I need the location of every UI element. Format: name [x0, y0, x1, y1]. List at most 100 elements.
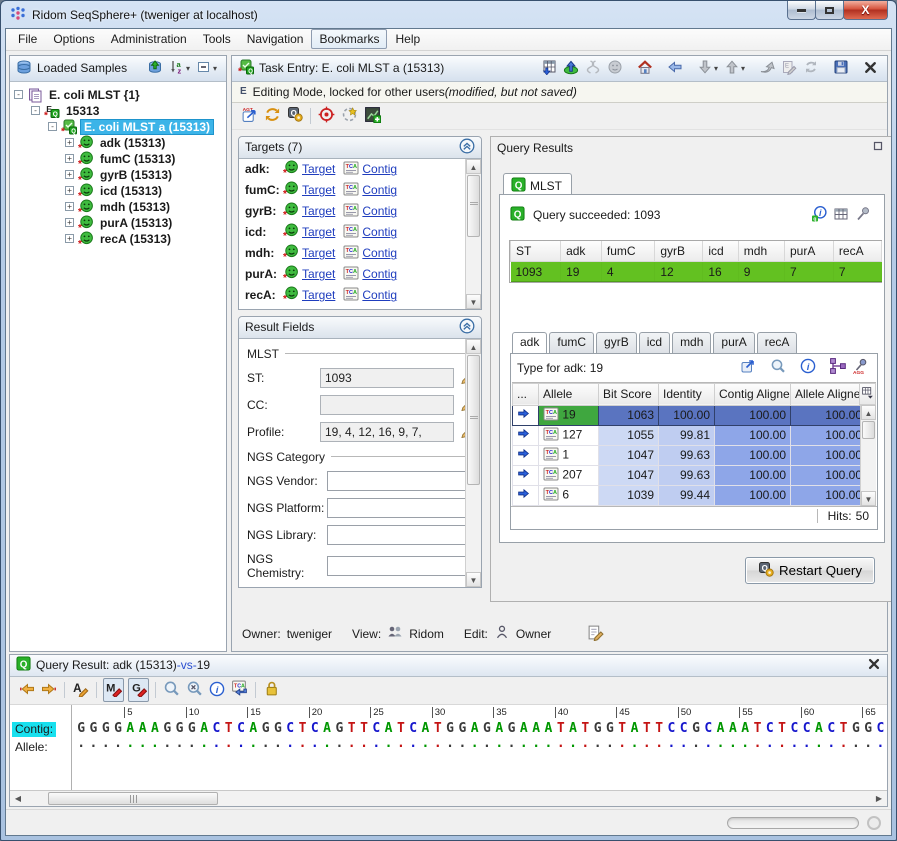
allele-col-identity[interactable]: Identity: [659, 383, 715, 405]
allele-result-row[interactable]: TCA 207104799.63100.00100.00: [513, 465, 867, 485]
float-panel-icon[interactable]: [871, 139, 885, 156]
tree-item-gyrb[interactable]: +*gyrB (15313): [14, 167, 226, 183]
scroll-thumb[interactable]: [467, 355, 480, 485]
scroll-down-icon[interactable]: ▼: [466, 294, 481, 309]
tree-toggle-icon[interactable]: +: [65, 218, 74, 227]
allele-col-allele[interactable]: Allele: [539, 383, 599, 405]
scroll-thumb[interactable]: [48, 792, 218, 805]
tree-item-pura[interactable]: +*purA (15313): [14, 215, 226, 231]
st-result-row[interactable]: 10931941216977: [511, 262, 882, 282]
scroll-down-icon[interactable]: ▼: [466, 572, 481, 587]
st-input[interactable]: [320, 368, 454, 388]
allele-result-row[interactable]: [513, 505, 867, 506]
sample-disabled-button[interactable]: [606, 58, 624, 79]
sort-az-button[interactable]: az▾: [168, 58, 191, 79]
allele-tab-mdh[interactable]: mdh: [672, 332, 711, 353]
store-samples-button[interactable]: [146, 58, 164, 79]
result-table-button[interactable]: [832, 205, 850, 226]
menu-administration[interactable]: Administration: [103, 29, 195, 49]
allele-tab-adk[interactable]: adk: [512, 332, 547, 353]
go-to-alignment-cell[interactable]: [513, 425, 539, 445]
menu-bookmarks[interactable]: Bookmarks: [311, 29, 387, 49]
align-info-button[interactable]: i: [208, 680, 226, 701]
close-button[interactable]: X: [843, 1, 888, 20]
allele-info-button[interactable]: i: [799, 357, 817, 378]
tree-toggle-icon[interactable]: -: [48, 122, 57, 131]
contig-sequence[interactable]: GGGGAAAGGGACTCAGGCTCAGTTCATCATGGAGAGAAAT…: [75, 721, 887, 736]
allele-tab-gyrB[interactable]: gyrB: [596, 332, 637, 353]
st-col-fumc[interactable]: fumC: [601, 241, 654, 262]
allele-tab-icd[interactable]: icd: [639, 332, 670, 353]
tree-toggle-icon[interactable]: +: [65, 186, 74, 195]
ngs-library-input[interactable]: [327, 525, 467, 545]
st-col-st[interactable]: ST: [511, 241, 561, 262]
contig-link[interactable]: Contig: [362, 288, 397, 302]
back-button[interactable]: [666, 58, 684, 79]
tca-icon[interactable]: TCA: [543, 466, 559, 485]
ngs-platform-input[interactable]: [327, 498, 467, 518]
lock-button[interactable]: [262, 679, 281, 701]
minimize-button[interactable]: [787, 1, 816, 20]
tca-icon[interactable]: TCA: [543, 446, 559, 465]
st-col-pura[interactable]: purA: [785, 241, 834, 262]
target-button[interactable]: [317, 105, 336, 127]
pin-button[interactable]: [854, 205, 872, 226]
edit-note-icon[interactable]: [587, 624, 604, 644]
home-button[interactable]: [636, 58, 654, 79]
menu-tools[interactable]: Tools: [195, 29, 239, 49]
chart-add-button[interactable]: [363, 105, 382, 127]
collapse-all-button[interactable]: ▾: [195, 58, 218, 79]
ngs-chemistry-input[interactable]: [327, 556, 467, 576]
mismatch-g-button[interactable]: G: [128, 678, 149, 702]
allele-col-allelealigned[interactable]: Allele Aligned: [791, 383, 867, 405]
allele-table-scrollbar[interactable]: ▲ ▼: [860, 405, 876, 506]
task-refresh-button[interactable]: [263, 105, 282, 127]
title-bar[interactable]: Ridom SeqSphere+ (tweniger at localhost)…: [1, 1, 896, 28]
scroll-right-icon[interactable]: ▶: [871, 792, 887, 805]
collapse-panel-icon[interactable]: [459, 138, 475, 157]
tree-item-fumc[interactable]: +*fumC (15313): [14, 151, 226, 167]
menu-file[interactable]: File: [10, 29, 45, 49]
go-to-alignment-cell[interactable]: [513, 445, 539, 465]
tree-item-e[interactable]: -Q*E. coli MLST a (15313): [14, 119, 226, 135]
close-button[interactable]: [862, 59, 879, 79]
refresh-disabled-button[interactable]: [802, 58, 820, 79]
tca-icon[interactable]: TCA: [543, 486, 559, 505]
allele-result-row[interactable]: TCA 1104799.63100.00100.00: [513, 445, 867, 465]
allele-result-row[interactable]: TCA 127105599.81100.00100.00: [513, 425, 867, 445]
scroll-down-icon[interactable]: ▼: [861, 491, 876, 506]
allele-col-contigaligned[interactable]: Contig Aligned: [715, 383, 791, 405]
cc-input[interactable]: [320, 395, 454, 415]
sequence-hscrollbar[interactable]: ◀ ▶: [10, 790, 887, 806]
scroll-thumb[interactable]: [862, 421, 875, 439]
query-info-button[interactable]: iq: [810, 205, 828, 226]
tree-item-icd[interactable]: +*icd (15313): [14, 183, 226, 199]
st-table[interactable]: STadkfumCgyrBicdmdhpurArecA1093194121697…: [510, 241, 882, 283]
tree-toggle-icon[interactable]: +: [65, 202, 74, 211]
allele-table[interactable]: ...AlleleBit ScoreIdentityContig Aligned…: [512, 383, 867, 506]
nav-back-button[interactable]: [18, 680, 36, 701]
go-to-alignment-cell[interactable]: [513, 465, 539, 485]
collapse-panel-icon[interactable]: [459, 318, 475, 337]
edit-disabled-button[interactable]: E: [780, 58, 798, 79]
column-options-button[interactable]: [859, 383, 876, 405]
tree-toggle-icon[interactable]: -: [14, 90, 23, 99]
agt-export-button[interactable]: AGT: [240, 105, 259, 127]
st-col-adk[interactable]: adk: [561, 241, 602, 262]
allele-col-bitscore[interactable]: Bit Score: [599, 383, 659, 405]
ngs-vendor-input[interactable]: [327, 471, 467, 491]
allele-tab-purA[interactable]: purA: [713, 332, 754, 353]
scroll-up-icon[interactable]: ▲: [466, 159, 481, 174]
allele-result-row[interactable]: TCA 191063100.00100.00100.00: [513, 405, 867, 425]
contig-link[interactable]: Contig: [362, 204, 397, 218]
allele-tab-recA[interactable]: recA: [757, 332, 798, 353]
up-menu-button[interactable]: ▾: [723, 58, 746, 79]
branch-button[interactable]: [829, 357, 847, 378]
restart-query-button[interactable]: Q Restart Query: [745, 557, 875, 584]
close-panel-icon[interactable]: [867, 657, 881, 674]
contig-link[interactable]: Contig: [362, 183, 397, 197]
go-to-alignment-cell[interactable]: [513, 405, 539, 425]
fields-scrollbar[interactable]: ▲ ▼: [465, 339, 481, 587]
tree-item-e[interactable]: -E. coli MLST {1}: [14, 87, 226, 103]
target-link[interactable]: Target: [302, 183, 335, 197]
